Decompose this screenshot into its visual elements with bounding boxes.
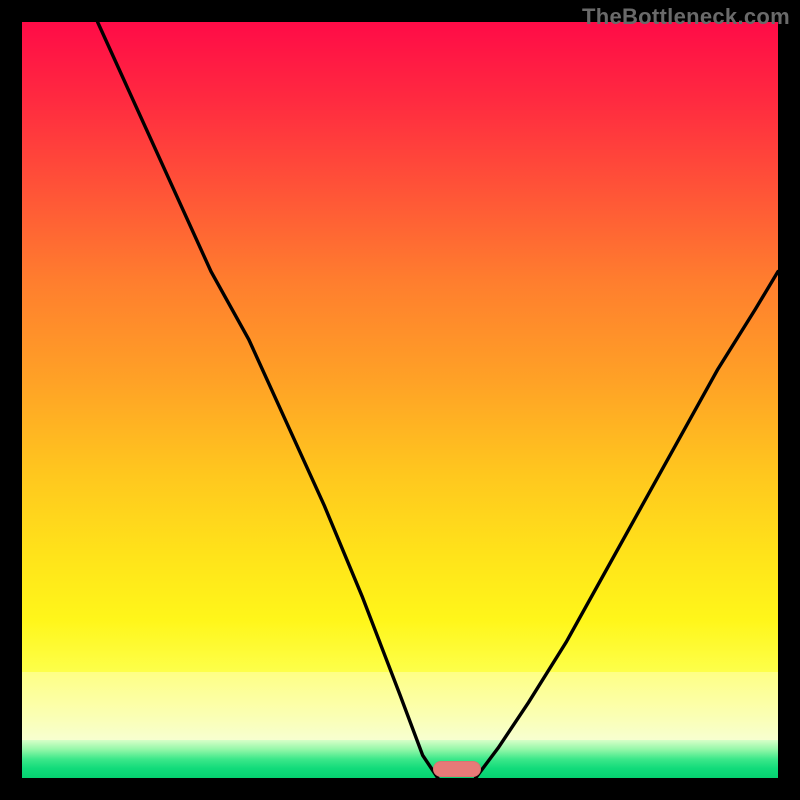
bottleneck-curve: [22, 22, 778, 778]
curve-left-branch: [98, 22, 438, 778]
watermark-text: TheBottleneck.com: [582, 4, 790, 30]
plot-area: [22, 22, 778, 778]
optimal-point-marker: [433, 761, 481, 777]
chart-frame: TheBottleneck.com: [0, 0, 800, 800]
curve-right-branch: [476, 271, 778, 778]
